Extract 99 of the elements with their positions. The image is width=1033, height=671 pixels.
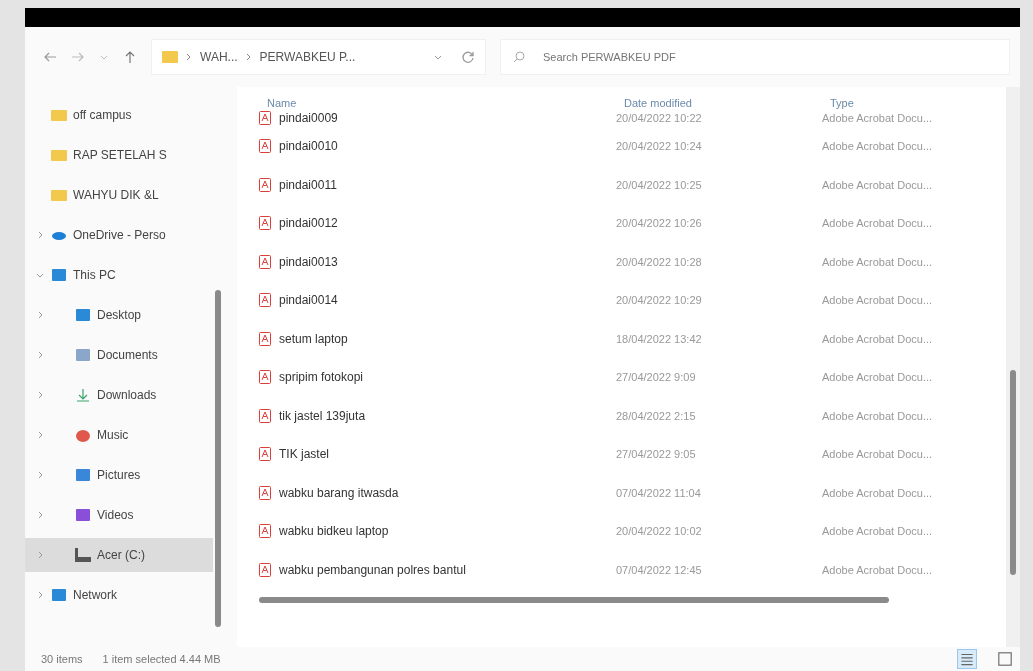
file-name[interactable]: wabku bidkeu laptop	[279, 524, 389, 539]
downloads-icon	[75, 388, 91, 402]
type-cell-text: Adobe Acrobat Docu...	[822, 486, 934, 499]
nav-item[interactable]: off campus	[25, 95, 213, 135]
pdf-file-icon	[259, 254, 271, 269]
pdf-file-icon	[259, 293, 271, 308]
status-text: 30 items	[41, 653, 83, 665]
file-name[interactable]: wabku barang itwasda	[279, 485, 399, 500]
file-name[interactable]: TIK jastel	[279, 447, 329, 462]
date-cell-text: 27/04/2022 9:09	[616, 371, 697, 384]
file-name[interactable]: pindai0009	[279, 111, 338, 125]
type-cell-text: Adobe Acrobat Docu...	[822, 294, 934, 307]
nav-item[interactable]: Pictures	[25, 455, 213, 495]
back-arrow-icon[interactable]	[43, 50, 57, 64]
date-cell-text: 20/04/2022 10:24	[616, 140, 703, 153]
date-cell-text: 20/04/2022 10:02	[616, 525, 703, 538]
date-cell-text: 20/04/2022 10:25	[616, 178, 703, 191]
folder-icon	[51, 188, 67, 202]
column-header[interactable]: Date modified	[624, 97, 830, 109]
nav-item[interactable]: Desktop	[25, 295, 213, 335]
details-view-icon[interactable]	[958, 650, 976, 668]
type-cell-text: Adobe Acrobat Docu...	[822, 371, 934, 384]
file-name[interactable]: tik jastel 139juta	[279, 408, 366, 423]
desktop-icon	[75, 308, 91, 322]
column-header[interactable]: Name	[267, 97, 624, 109]
pdf-file-icon	[259, 216, 271, 231]
type-cell-text: Adobe Acrobat Docu...	[822, 409, 934, 422]
network-icon	[51, 588, 67, 602]
file-name[interactable]: pindai0014	[279, 293, 338, 308]
breadcrumb-item[interactable]: WAH...	[200, 50, 238, 64]
type-cell-text: Adobe Acrobat Docu...	[822, 217, 934, 230]
scrollbar-thumb[interactable]	[1010, 370, 1016, 575]
file-name[interactable]: pindai0013	[279, 254, 338, 269]
folder-icon	[51, 148, 67, 162]
date-cell-text: 07/04/2022 12:45	[616, 563, 703, 576]
pdf-file-icon	[259, 447, 271, 462]
folder-icon	[162, 51, 178, 63]
type-cell-text: Adobe Acrobat Docu...	[822, 563, 934, 576]
pdf-file-icon	[259, 485, 271, 500]
column-header[interactable]: Type	[830, 97, 1006, 109]
search-icon	[512, 50, 526, 64]
nav-item[interactable]: Videos	[25, 495, 213, 535]
pdf-file-icon	[259, 408, 271, 423]
date-cell-text: 18/04/2022 13:42	[616, 332, 703, 345]
nav-item[interactable]: RAP SETELAH S	[25, 135, 213, 175]
scrollbar-thumb[interactable]	[215, 290, 221, 627]
music-icon	[75, 428, 91, 442]
file-name[interactable]: pindai0010	[279, 139, 338, 154]
pdf-file-icon	[259, 331, 271, 346]
pdf-file-icon	[259, 562, 271, 577]
nav-item[interactable]: Acer (C:)	[25, 538, 213, 572]
breadcrumb-item[interactable]: PERWABKEU P...	[259, 50, 356, 64]
forward-arrow-icon[interactable]	[71, 50, 85, 64]
file-name[interactable]: pindai0011	[279, 177, 337, 192]
scrollbar-thumb[interactable]	[259, 597, 889, 603]
type-cell-text: Adobe Acrobat Docu...	[822, 178, 934, 191]
type-cell-text: Adobe Acrobat Docu...	[822, 140, 934, 153]
nav-item[interactable]: Music	[25, 415, 213, 455]
file-name[interactable]: pindai0012	[279, 216, 338, 231]
refresh-icon[interactable]	[461, 50, 475, 64]
pdf-file-icon	[259, 177, 271, 192]
nav-item[interactable]: This PC	[25, 255, 213, 295]
pc-icon	[51, 268, 67, 282]
nav-item[interactable]: OneDrive - Perso	[25, 215, 213, 255]
chevron-right-icon	[245, 53, 252, 61]
file-name[interactable]: wabku pembangunan polres bantul	[279, 562, 466, 577]
folder-icon	[51, 108, 67, 122]
date-cell-text: 27/04/2022 9:05	[616, 448, 697, 461]
date-cell-text: 07/04/2022 11:04	[616, 486, 702, 499]
date-cell-text: 28/04/2022 2:15	[616, 409, 697, 422]
pdf-file-icon	[259, 139, 271, 154]
type-cell-text: Adobe Acrobat Docu...	[822, 112, 934, 124]
drive-icon	[75, 548, 91, 562]
address-bar[interactable]: WAH... PERWABKEU P...	[151, 39, 486, 75]
pdf-file-icon	[259, 524, 271, 539]
date-cell-text: 20/04/2022 10:26	[616, 217, 703, 230]
pictures-icon	[75, 468, 91, 482]
file-name[interactable]: setum laptop	[279, 331, 348, 346]
date-cell-text: 20/04/2022 10:22	[616, 112, 703, 124]
pdf-file-icon	[259, 111, 271, 125]
type-cell-text: Adobe Acrobat Docu...	[822, 525, 934, 538]
up-arrow-icon[interactable]	[123, 50, 137, 64]
nav-item[interactable]: Downloads	[25, 375, 213, 415]
tiles-view-icon[interactable]	[996, 650, 1014, 668]
nav-item[interactable]: WAHYU DIK &L	[25, 175, 213, 215]
documents-icon	[75, 348, 91, 362]
nav-item[interactable]: Documents	[25, 335, 213, 375]
videos-icon	[75, 508, 91, 522]
status-text: 1 item selected 4.44 MB	[102, 653, 221, 665]
type-cell-text: Adobe Acrobat Docu...	[822, 332, 934, 345]
type-cell-text: Adobe Acrobat Docu...	[822, 255, 934, 268]
pdf-file-icon	[259, 370, 271, 385]
date-cell-text: 20/04/2022 10:28	[616, 255, 703, 268]
search-field[interactable]: Search PERWABKEU PDF	[500, 39, 1010, 75]
type-cell-text: Adobe Acrobat Docu...	[822, 448, 934, 461]
nav-item[interactable]: Network	[25, 575, 213, 615]
date-cell-text: 20/04/2022 10:29	[616, 294, 703, 307]
chevron-right-icon	[186, 53, 192, 61]
file-name[interactable]: spripim fotokopi	[279, 370, 364, 385]
